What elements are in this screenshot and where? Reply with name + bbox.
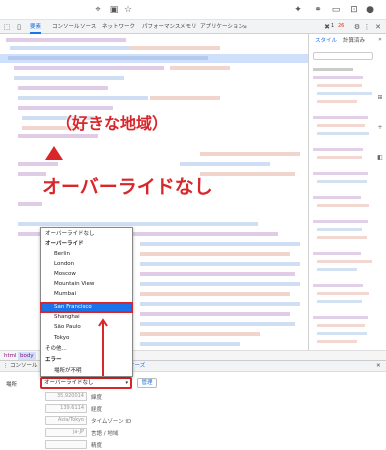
option-city[interactable]: Tokyo (41, 334, 132, 343)
annotation-override-text: オーバーライドなし (42, 176, 213, 198)
longitude-field[interactable]: 139.6114 (45, 404, 87, 413)
more-sidebar-icon[interactable]: » (376, 36, 384, 44)
locale-field[interactable]: ja-JP (45, 428, 87, 437)
styles-rules-blurred (313, 68, 372, 343)
crumb-html[interactable]: html (2, 352, 19, 360)
translate-icon[interactable]: ▣ (108, 4, 120, 16)
location-label: 場所 (6, 382, 18, 388)
option-city[interactable]: London (41, 260, 132, 269)
option-location-unavailable[interactable]: 場所が不明 (41, 367, 132, 376)
timezone-label: タイムゾーン ID (91, 419, 132, 425)
tab-search-icon[interactable]: ⊡ (348, 4, 360, 16)
annotation-triangle-icon (45, 146, 63, 160)
chevron-down-icon: ▾ (125, 380, 128, 386)
option-city[interactable]: Mumbai (41, 290, 132, 299)
annotation-region-text: （好きな地域） (56, 114, 169, 133)
close-icon[interactable]: ✕ (373, 22, 383, 32)
styles-filter-input[interactable] (313, 52, 373, 60)
tab-console[interactable]: コンソール (52, 20, 80, 34)
settings-gear-icon[interactable]: ⚙ (352, 22, 362, 32)
link-icon[interactable]: ⚭ (312, 4, 324, 16)
drawer-close-icon[interactable]: ✕ (376, 361, 381, 372)
option-city[interactable]: Berlin (41, 250, 132, 259)
timezone-field[interactable]: Asia/Tokyo (45, 416, 87, 425)
tab-application[interactable]: アプリケーション (200, 20, 244, 34)
location-select[interactable]: オーバーライドなし ▾ (40, 377, 132, 389)
profile-avatar-icon[interactable]: ● (364, 4, 376, 16)
accuracy-label: 精度 (91, 443, 103, 449)
tab-network[interactable]: ネットワーク (102, 20, 135, 34)
option-city[interactable]: São Paulo (41, 323, 132, 332)
accuracy-field[interactable] (45, 440, 87, 449)
inspect-element-icon[interactable]: ⬚ (2, 22, 12, 32)
option-city[interactable]: Mountain View (41, 280, 132, 289)
tab-elements[interactable]: 要素 (30, 20, 42, 34)
computed-sidebar-icon[interactable]: ◧ (376, 154, 384, 162)
option-other[interactable]: その他... (41, 345, 132, 354)
latitude-label: 緯度 (91, 395, 103, 401)
tab-memory[interactable]: メモリ (180, 20, 197, 34)
manage-button[interactable]: 管理 (137, 378, 157, 388)
new-style-rule-icon[interactable]: + (376, 124, 384, 132)
devtools-tabbar: ⬚ ▯ 要素 コンソール ソース ネットワーク パフォーマンス メモリ アプリケ… (0, 20, 386, 34)
option-city[interactable]: Shanghai (41, 313, 132, 322)
location-pin-icon[interactable]: ⌖ (92, 4, 104, 16)
bookmark-star-icon[interactable]: ☆ (122, 4, 134, 16)
issue-badge[interactable]: 26 (338, 23, 344, 29)
styles-sidebar: スタイル 計算済み » ⊞ + ◧ (308, 34, 386, 350)
kebab-menu-icon[interactable]: ⋮ (362, 22, 372, 32)
browser-toolbar: ⌖ ▣ ☆ ✦ ⚭ ▭ ⊡ ● (0, 0, 386, 20)
cast-icon[interactable]: ▭ (330, 4, 342, 16)
longitude-label: 経度 (91, 407, 103, 413)
error-count: 1 (331, 23, 335, 29)
crumb-body[interactable]: body (18, 352, 36, 360)
option-city[interactable]: Moscow (41, 270, 132, 279)
sensors-panel: 場所 オーバーライドなし ▾ 管理 35.920014 緯度 139.6114 … (0, 372, 386, 450)
extension-icon[interactable]: ✦ (292, 4, 304, 16)
tab-computed[interactable]: 計算済み (343, 36, 365, 44)
tab-sources[interactable]: ソース (80, 20, 96, 34)
option-no-override[interactable]: オーバーライドなし (41, 230, 132, 239)
more-tabs-icon[interactable]: » (240, 22, 250, 32)
drawer-tab-console[interactable]: コンソール (10, 361, 38, 372)
device-toolbar-icon[interactable]: ▯ (14, 22, 24, 32)
location-select-value: オーバーライドなし (44, 380, 94, 386)
annotation-up-arrow-icon (98, 318, 108, 376)
latitude-field[interactable]: 35.920014 (45, 392, 87, 401)
drawer-menu-icon[interactable]: ⋮ (3, 361, 9, 372)
location-dropdown-list: オーバーライドなし オーバーライド Berlin London Moscow M… (40, 227, 133, 377)
toggle-element-state-icon[interactable]: ⊞ (376, 94, 384, 102)
option-city-highlighted[interactable]: San Francisco (40, 302, 133, 313)
optgroup-override: オーバーライド (45, 241, 84, 247)
optgroup-error: エラー (45, 357, 62, 363)
locale-label: 言語 / 地域 (91, 431, 119, 437)
tab-styles[interactable]: スタイル (315, 36, 337, 44)
tab-performance[interactable]: パフォーマンス (142, 20, 180, 34)
